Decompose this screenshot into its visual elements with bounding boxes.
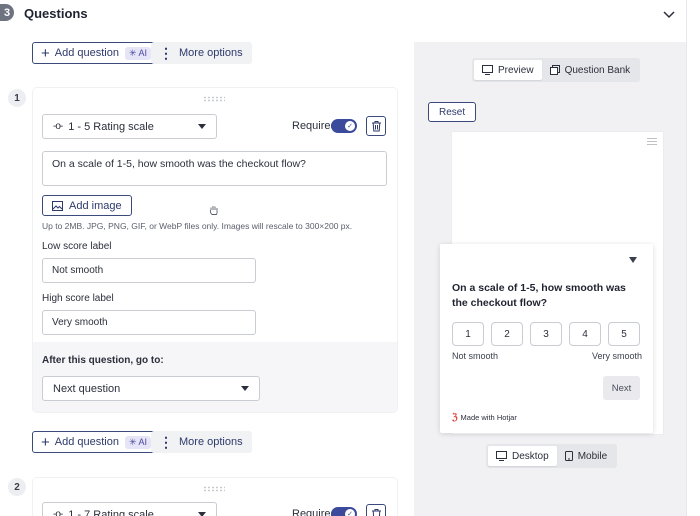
- after-question-label: After this question, go to:: [42, 355, 164, 366]
- required-label: Required: [292, 120, 337, 132]
- trash-icon: [371, 121, 381, 132]
- trash-icon: [371, 509, 381, 516]
- tab-desktop-label: Desktop: [512, 450, 549, 462]
- high-score-label-title: High score label: [42, 293, 114, 304]
- check-icon: ✓: [345, 121, 355, 131]
- desktop-icon: [496, 451, 507, 461]
- ai-badge: ✳ AI: [124, 46, 152, 60]
- image-icon: [52, 200, 63, 211]
- panel-divider: [686, 0, 687, 516]
- tab-question-bank[interactable]: Question Bank: [542, 60, 639, 80]
- minimize-icon[interactable]: [629, 257, 637, 263]
- next-button[interactable]: Next: [603, 376, 640, 400]
- preview-tabs: Preview Question Bank: [472, 58, 641, 82]
- rating-scale-icon: -o-: [53, 121, 63, 132]
- tab-mobile[interactable]: Mobile: [557, 446, 615, 466]
- branding-text: Made with Hotjar: [460, 413, 517, 422]
- add-image-label: Add image: [69, 199, 122, 212]
- question-logic-section: After this question, go to: Next questio…: [33, 342, 397, 412]
- chevron-up-icon[interactable]: [662, 7, 676, 21]
- survey-widget: On a scale of 1-5, how smooth was the ch…: [440, 244, 653, 433]
- hotjar-branding[interactable]: ℨ Made with Hotjar: [452, 412, 517, 423]
- question-type-value: 1 - 7 Rating scale: [68, 508, 154, 516]
- high-score-label-input[interactable]: Very smooth: [42, 310, 256, 335]
- question-number-2: 2: [8, 478, 26, 496]
- tab-preview-label: Preview: [498, 64, 534, 76]
- question-card-2: -o- 1 - 7 Rating scale Required ✓: [33, 478, 397, 516]
- device-tabs: Desktop Mobile: [486, 444, 618, 468]
- hotjar-logo-icon: ℨ: [452, 412, 458, 422]
- section-title: Questions: [24, 6, 88, 21]
- step-number-badge: 3: [0, 4, 14, 21]
- rating-option-3[interactable]: 3: [530, 322, 562, 346]
- after-question-select[interactable]: Next question: [42, 376, 260, 401]
- caret-down-icon: [198, 511, 206, 516]
- more-options-label: More options: [179, 436, 243, 448]
- mobile-icon: [564, 451, 573, 461]
- check-icon: ✓: [345, 509, 355, 516]
- tab-mobile-label: Mobile: [577, 450, 608, 462]
- menu-icon[interactable]: [647, 138, 657, 145]
- sparkle-icon: ✳: [128, 436, 137, 447]
- tab-question-bank-label: Question Bank: [564, 64, 631, 76]
- question-type-select-2[interactable]: -o- 1 - 7 Rating scale: [42, 502, 217, 516]
- tab-preview[interactable]: Preview: [474, 60, 542, 80]
- question-bank-icon: [549, 65, 560, 75]
- scale-low-label: Not smooth: [452, 351, 499, 361]
- image-hint: Up to 2MB. JPG, PNG, GIF, or WebP files …: [42, 221, 353, 231]
- question-text-input[interactable]: On a scale of 1-5, how smooth was the ch…: [42, 151, 387, 186]
- required-toggle-2[interactable]: ✓: [331, 507, 357, 516]
- plus-icon: +: [41, 44, 50, 62]
- drag-handle-icon[interactable]: [203, 486, 225, 492]
- reset-button[interactable]: Reset: [428, 102, 477, 122]
- more-options-button[interactable]: ⋮ More options: [151, 42, 252, 64]
- question-card: -o- 1 - 5 Rating scale Required ✓ On a s…: [33, 88, 397, 412]
- ai-badge-label: AI: [138, 48, 148, 58]
- rating-option-1[interactable]: 1: [452, 322, 484, 346]
- ai-badge: ✳ AI: [124, 435, 152, 449]
- questions-section-header[interactable]: 3 Questions: [0, 0, 700, 28]
- caret-down-icon: [241, 385, 249, 391]
- required-label: Required: [292, 508, 337, 516]
- grab-cursor-icon: [209, 206, 218, 215]
- rating-option-4[interactable]: 4: [569, 322, 601, 346]
- drag-handle-icon[interactable]: [203, 96, 225, 102]
- sparkle-icon: ✳: [128, 47, 137, 58]
- add-question-button[interactable]: + Add question ✳ AI: [32, 42, 159, 64]
- plus-icon: +: [41, 433, 50, 451]
- low-score-label-title: Low score label: [42, 241, 112, 252]
- add-image-button[interactable]: Add image: [42, 195, 132, 216]
- question-number: 1: [8, 89, 26, 107]
- required-toggle[interactable]: ✓: [331, 119, 357, 133]
- rating-option-5[interactable]: 5: [608, 322, 640, 346]
- tab-desktop[interactable]: Desktop: [488, 446, 557, 466]
- kebab-icon: ⋮: [159, 434, 173, 450]
- after-question-value: Next question: [53, 382, 121, 395]
- scale-high-label: Very smooth: [592, 351, 643, 361]
- delete-question-button[interactable]: [366, 116, 386, 136]
- low-score-label-input[interactable]: Not smooth: [42, 258, 256, 283]
- more-options-button-bottom[interactable]: ⋮ More options: [151, 431, 252, 453]
- delete-question-button-2[interactable]: [366, 504, 386, 516]
- survey-editor: 3 Questions + Add question ✳ AI ⋮ More op…: [0, 0, 700, 516]
- monitor-icon: [482, 65, 493, 75]
- add-question-button-bottom[interactable]: + Add question ✳ AI: [32, 431, 159, 453]
- caret-down-icon: [198, 123, 206, 129]
- add-question-label: Add question: [54, 47, 119, 59]
- ai-badge-label: AI: [138, 437, 148, 447]
- question-type-select[interactable]: -o- 1 - 5 Rating scale: [42, 114, 217, 139]
- rating-option-2[interactable]: 2: [491, 322, 523, 346]
- kebab-icon: ⋮: [159, 45, 173, 61]
- survey-question: On a scale of 1-5, how smooth was the ch…: [452, 282, 626, 309]
- add-question-label: Add question: [54, 436, 119, 448]
- rating-scale-icon: -o-: [53, 509, 63, 516]
- more-options-label: More options: [179, 47, 243, 59]
- question-type-value: 1 - 5 Rating scale: [68, 120, 154, 133]
